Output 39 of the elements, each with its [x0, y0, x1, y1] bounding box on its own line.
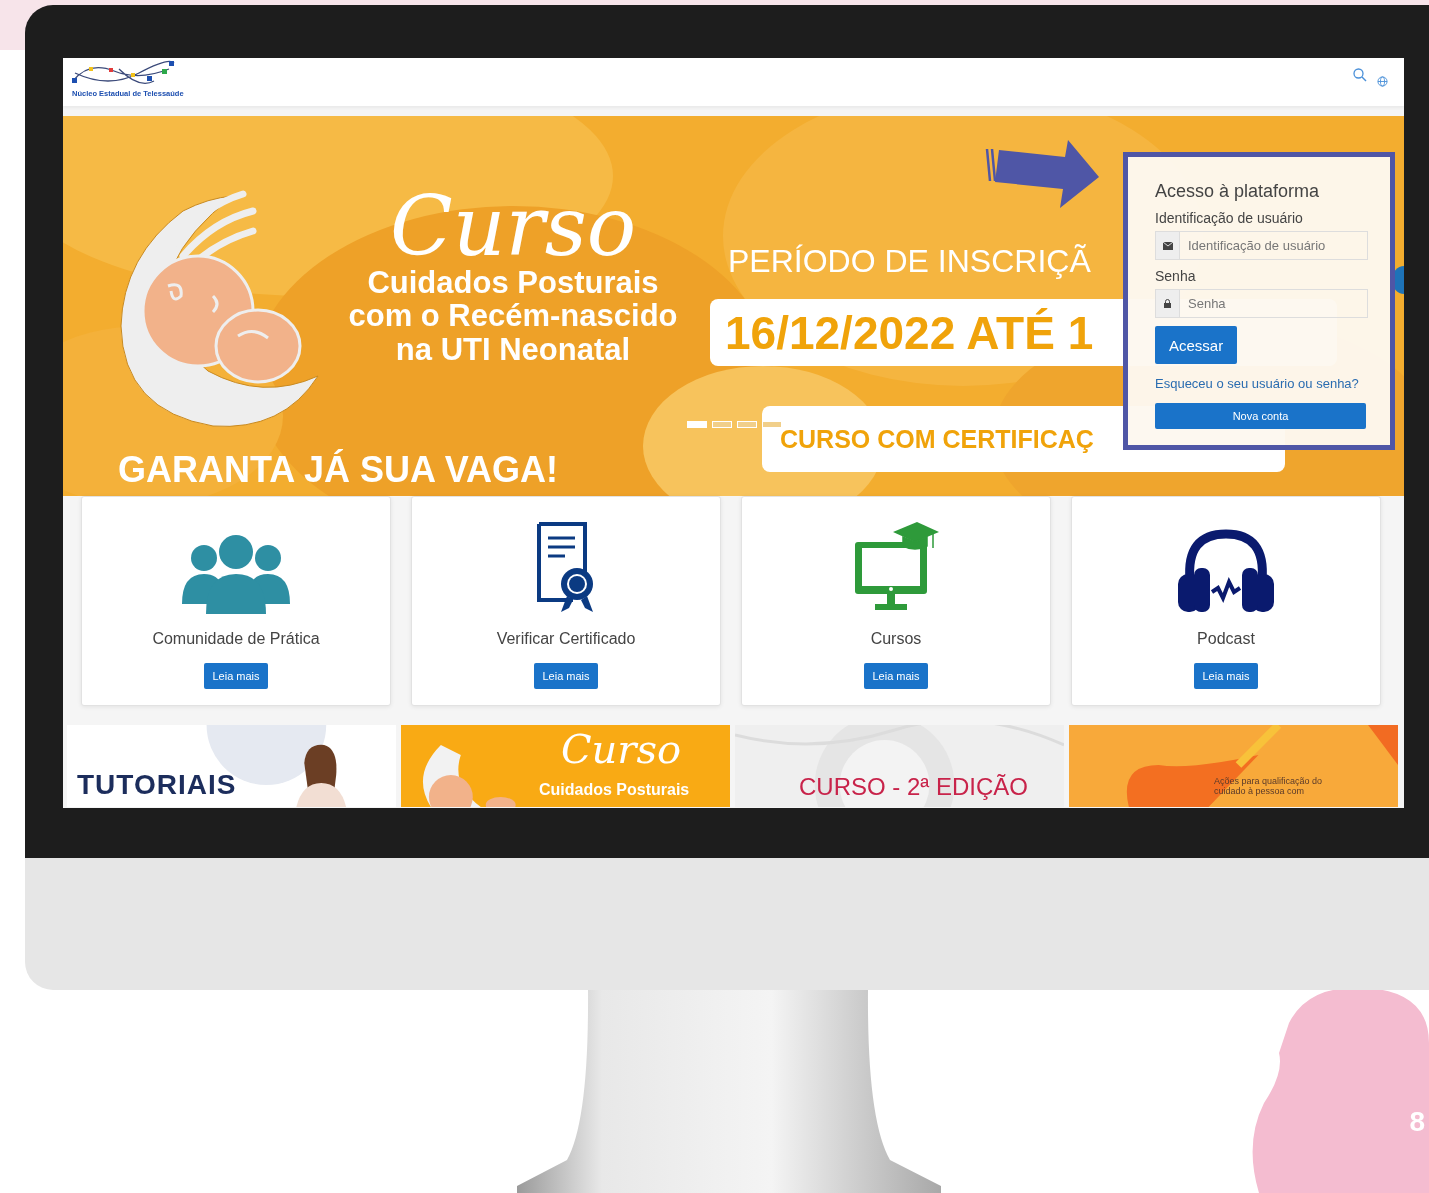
read-more-button[interactable]: Leia mais: [534, 663, 598, 689]
password-field[interactable]: Senha: [1180, 289, 1368, 318]
login-title: Acesso à plataforma: [1155, 181, 1321, 202]
banner-script-title: Curso: [389, 188, 637, 266]
read-more-button[interactable]: Leia mais: [1194, 663, 1258, 689]
banner-period-text: PERÍODO DE INSCRIÇÃ: [728, 244, 1091, 280]
thumbnail-text: Cuidados Posturais: [539, 781, 690, 799]
headphones-icon: [1178, 528, 1274, 614]
banner-title-line: com o Recém-nascido: [347, 299, 679, 333]
card-title: Cursos: [870, 630, 922, 648]
carousel-indicator[interactable]: [712, 421, 732, 428]
field-label: Senha: [1155, 268, 1197, 284]
banner-title-line: Cuidados Posturais: [366, 265, 660, 300]
banner-certificate-text: CURSO COM CERTIFICAÇ: [780, 424, 1094, 454]
field-label: Identificação de usuário: [1155, 210, 1304, 226]
new-account-button[interactable]: Nova conta: [1155, 403, 1366, 429]
page-number: 8: [1409, 1108, 1425, 1136]
carousel-indicator[interactable]: [737, 421, 757, 428]
carousel-indicator[interactable]: [687, 421, 707, 428]
forgot-password-link[interactable]: Esqueceu o seu usuário ou senha?: [1155, 376, 1368, 391]
search-icon[interactable]: [1353, 68, 1367, 82]
thumbnail-text: TUTORIAIS: [77, 769, 237, 801]
card-title: Comunidade de Prática: [152, 630, 320, 648]
lock-icon: [1155, 289, 1180, 318]
globe-icon[interactable]: [1377, 76, 1388, 87]
username-field[interactable]: Identificação de usuário: [1180, 231, 1368, 260]
thumbnail-text: Curso: [561, 729, 682, 769]
banner-title-line: na UTI Neonatal: [394, 332, 632, 367]
read-more-button[interactable]: Leia mais: [204, 663, 268, 689]
read-more-button[interactable]: Leia mais: [864, 663, 928, 689]
submit-button[interactable]: Acessar: [1155, 326, 1238, 364]
thumbnail-text: CURSO - 2ª EDIÇÃO: [799, 773, 1028, 801]
card-title: Podcast: [1197, 630, 1255, 648]
envelope-icon: [1155, 231, 1180, 260]
people-icon: [182, 534, 290, 614]
thumbnail-text: Ações para qualificação do cuidado à pessoa com: [1214, 777, 1324, 797]
carousel-indicator[interactable]: [762, 421, 782, 428]
card-title: Verificar Certificado: [496, 630, 636, 648]
banner-dates-text: 16/12/2022 ATÉ 1: [725, 305, 1094, 360]
